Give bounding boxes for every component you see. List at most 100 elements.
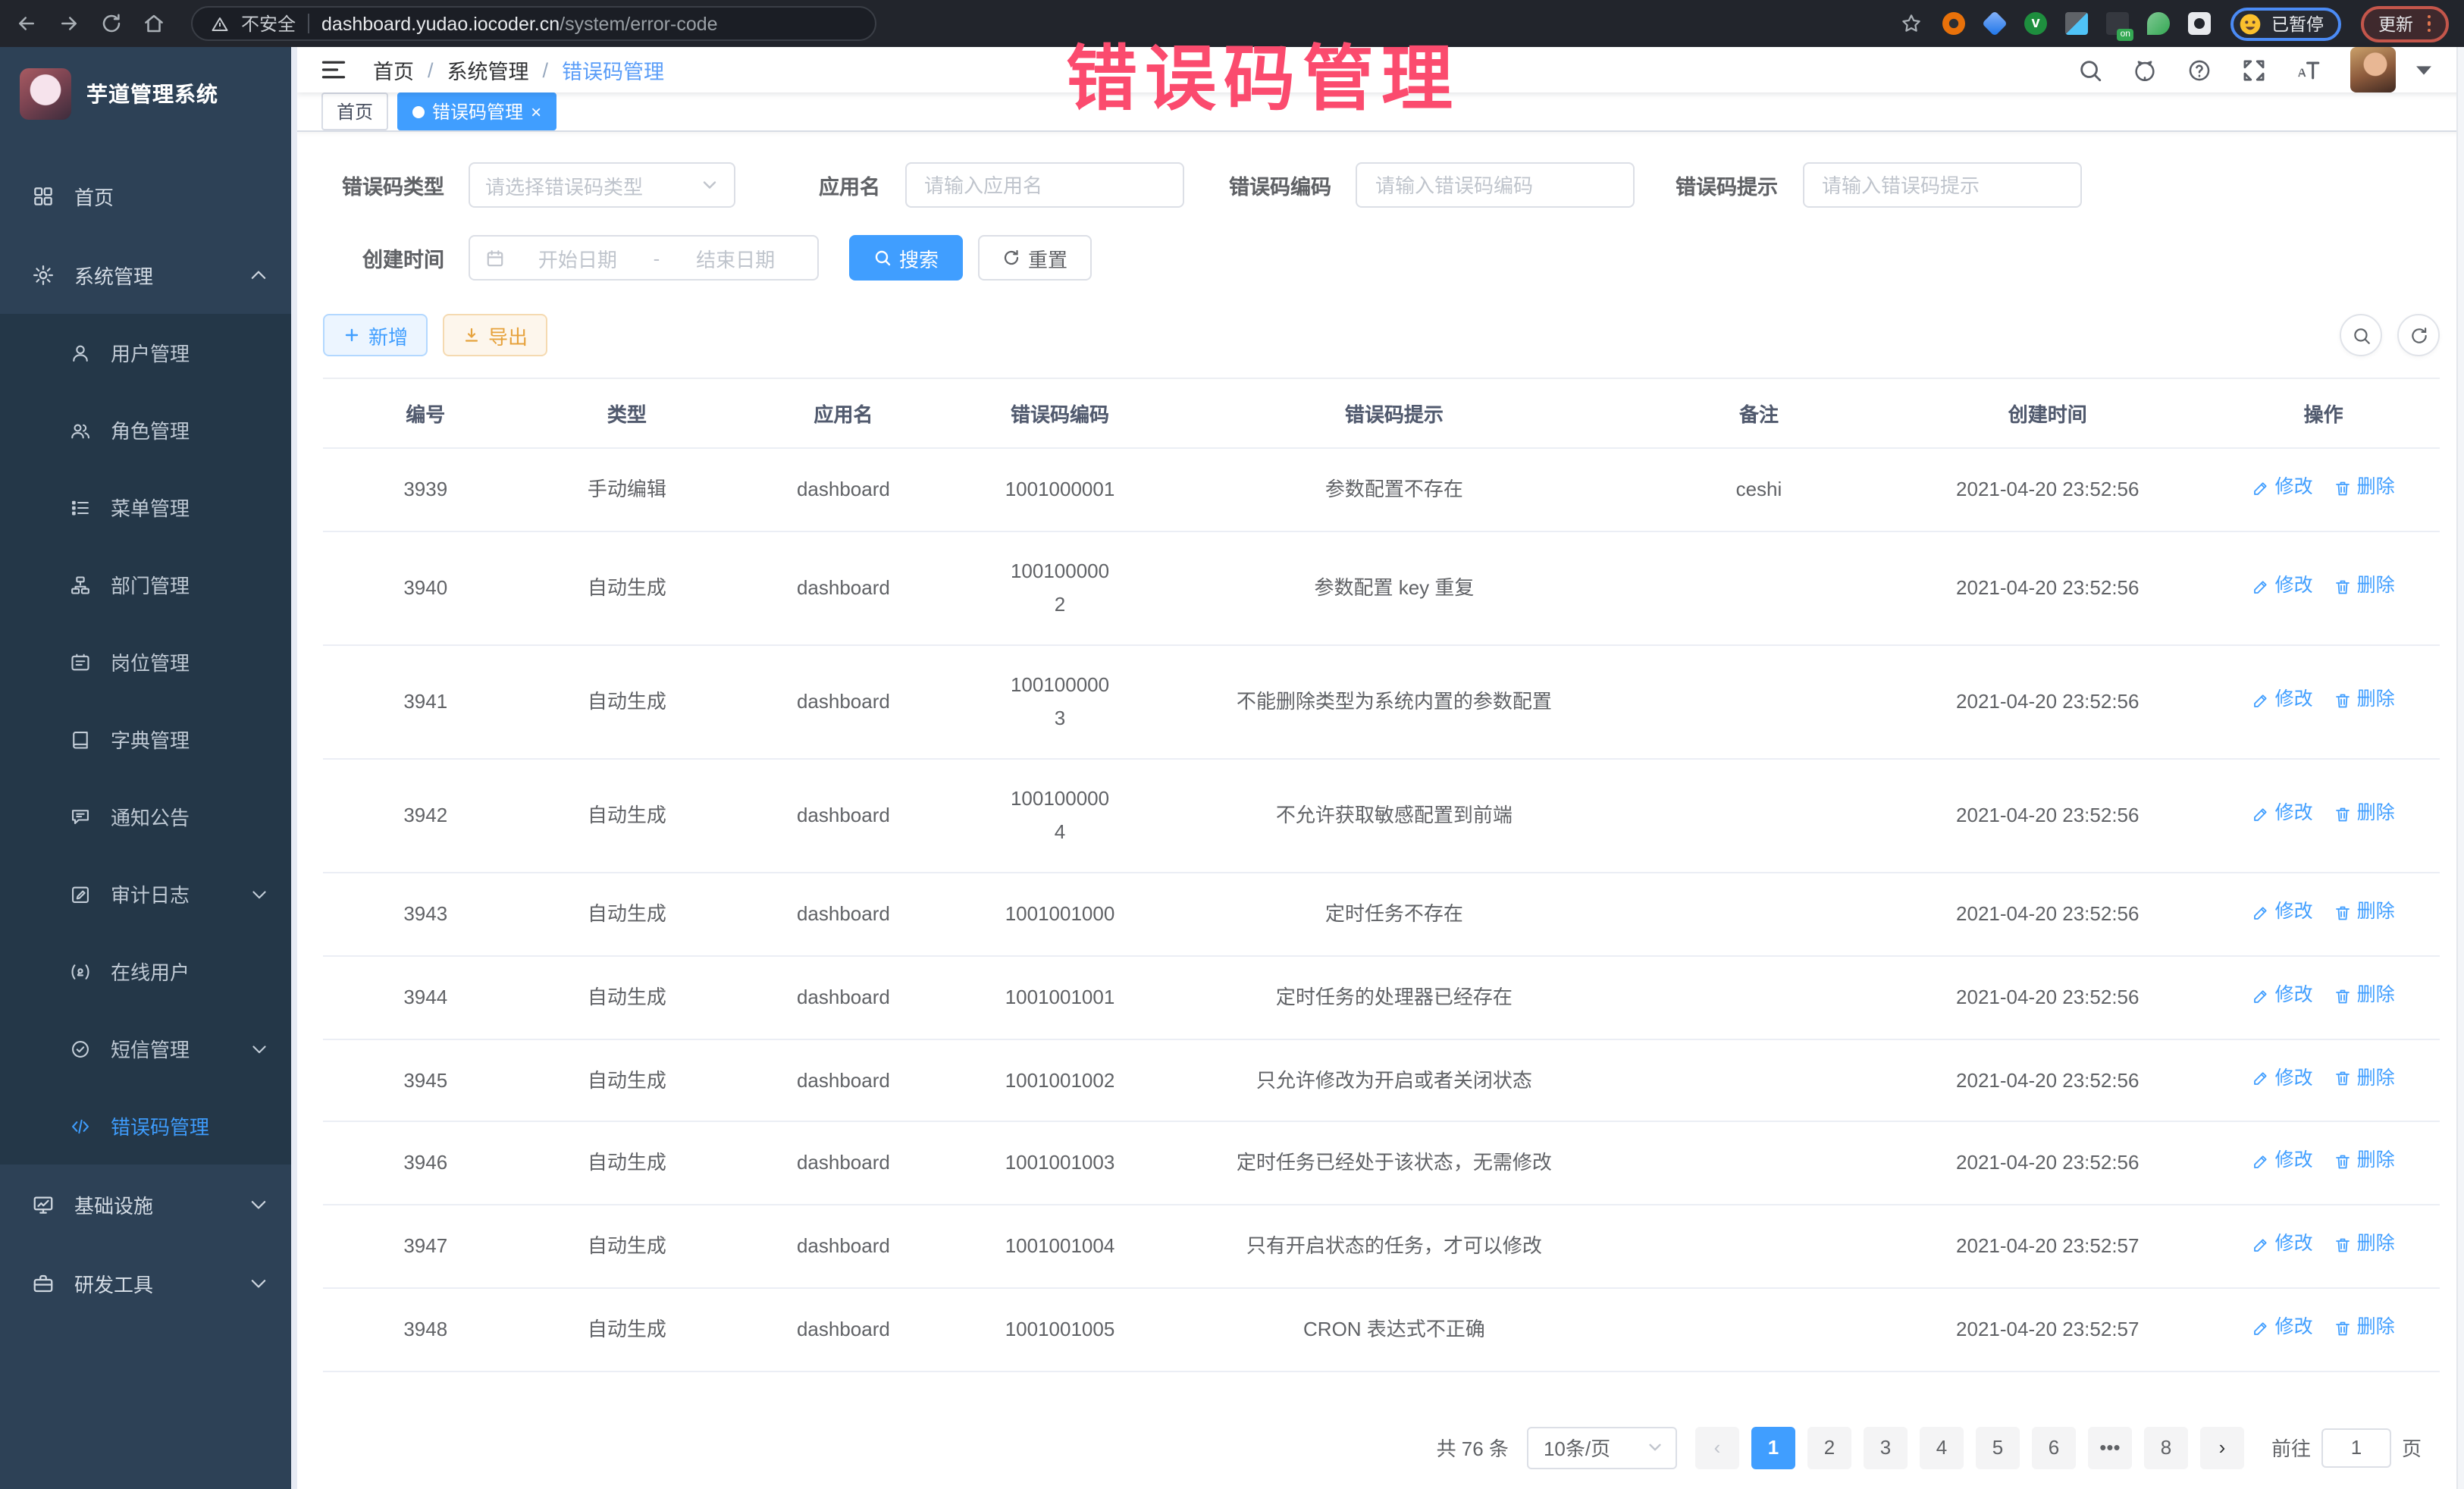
delete-link[interactable]: 删除 <box>2334 1062 2395 1095</box>
edit-link[interactable]: 修改 <box>2252 980 2313 1012</box>
sidebar-item-首页[interactable]: 首页 <box>0 156 297 235</box>
sidebar-item-用户管理[interactable]: 用户管理 <box>0 314 297 391</box>
back-icon[interactable] <box>15 12 38 35</box>
fullscreen-icon[interactable] <box>2241 57 2267 83</box>
tag-错误码管理[interactable]: 错误码管理× <box>397 92 556 130</box>
sidebar-toggle-icon[interactable] <box>320 56 347 83</box>
sidebar-item-岗位管理[interactable]: 岗位管理 <box>0 623 297 701</box>
edit-link[interactable]: 修改 <box>2252 1228 2313 1261</box>
cell-app: dashboard <box>726 1288 961 1371</box>
date-range-picker[interactable]: 开始日期 - 结束日期 <box>469 235 819 281</box>
sidebar-item-label: 首页 <box>74 181 114 210</box>
next-page-button[interactable]: › <box>2200 1426 2244 1469</box>
extension-onoff-icon[interactable] <box>2106 12 2129 35</box>
page-button-8[interactable]: 8 <box>2144 1426 2188 1469</box>
add-button[interactable]: 新增 <box>323 314 428 356</box>
delete-link[interactable]: 删除 <box>2334 798 2395 831</box>
delete-link[interactable]: 删除 <box>2334 472 2395 504</box>
page-button-2[interactable]: 2 <box>1807 1426 1851 1469</box>
edit-link[interactable]: 修改 <box>2252 897 2313 929</box>
extension-leaf-icon[interactable] <box>2147 12 2170 35</box>
sidebar-item-字典管理[interactable]: 字典管理 <box>0 701 297 778</box>
sidebar-item-通知公告[interactable]: 通知公告 <box>0 778 297 855</box>
sidebar-logo-row[interactable]: 芋道管理系统 <box>0 47 297 120</box>
error-code-input[interactable] <box>1356 162 1635 208</box>
home-icon[interactable] <box>143 12 165 35</box>
sidebar-item-研发工具[interactable]: 研发工具 <box>0 1243 297 1322</box>
page-ellipsis[interactable]: ••• <box>2088 1426 2132 1469</box>
search-icon[interactable] <box>2077 57 2103 83</box>
tag-close-icon[interactable]: × <box>531 102 541 121</box>
delete-link[interactable]: 删除 <box>2334 1146 2395 1178</box>
trash-icon <box>2334 904 2353 922</box>
sidebar-item-审计日志[interactable]: 审计日志 <box>0 855 297 933</box>
page-button-3[interactable]: 3 <box>1864 1426 1908 1469</box>
breadcrumb-item[interactable]: 系统管理 <box>447 55 529 85</box>
edit-link[interactable]: 修改 <box>2252 1312 2313 1344</box>
help-question-icon[interactable] <box>2187 57 2212 83</box>
extension-gem-icon[interactable] <box>1982 11 2008 36</box>
prev-page-button[interactable]: ‹ <box>1695 1426 1739 1469</box>
search-button[interactable]: 搜索 <box>849 235 963 281</box>
extension-grid-icon[interactable] <box>2065 12 2088 35</box>
sidebar-item-角色管理[interactable]: 角色管理 <box>0 391 297 469</box>
reload-icon[interactable] <box>100 12 123 35</box>
extensions-puzzle-icon[interactable] <box>2188 12 2211 35</box>
extension-orange-icon[interactable] <box>1942 12 1965 35</box>
bookmark-star-icon[interactable] <box>1900 12 1923 35</box>
url-path[interactable]: /system/error-code <box>560 13 717 34</box>
export-button[interactable]: 导出 <box>443 314 547 356</box>
toggle-search-button[interactable] <box>2340 314 2382 356</box>
delete-link-label: 删除 <box>2357 472 2395 504</box>
sidebar-item-label: 错误码管理 <box>111 1111 209 1140</box>
tag-首页[interactable]: 首页 <box>321 92 388 130</box>
font-size-icon[interactable] <box>2296 57 2321 83</box>
page-button-4[interactable]: 4 <box>1920 1426 1964 1469</box>
edit-link[interactable]: 修改 <box>2252 798 2313 831</box>
avatar-caret-down-icon[interactable] <box>2411 57 2437 83</box>
reset-button[interactable]: 重置 <box>978 235 1092 281</box>
edit-link[interactable]: 修改 <box>2252 570 2313 603</box>
edit-link[interactable]: 修改 <box>2252 1146 2313 1178</box>
sidebar-item-系统管理[interactable]: 系统管理 <box>0 235 297 314</box>
refresh-table-button[interactable] <box>2397 314 2440 356</box>
security-label[interactable]: 不安全 <box>241 11 296 36</box>
not-secure-warning-icon[interactable] <box>211 14 229 33</box>
page-scrollbar[interactable] <box>2456 47 2464 1489</box>
sidebar-item-部门管理[interactable]: 部门管理 <box>0 546 297 623</box>
sidebar-item-短信管理[interactable]: 短信管理 <box>0 1010 297 1087</box>
browser-menu-icon[interactable] <box>2427 15 2431 33</box>
delete-link[interactable]: 删除 <box>2334 1312 2395 1344</box>
sidebar-item-错误码管理[interactable]: 错误码管理 <box>0 1087 297 1165</box>
delete-link[interactable]: 删除 <box>2334 1228 2395 1261</box>
goto-page-input[interactable] <box>2321 1428 2391 1467</box>
edit-link[interactable]: 修改 <box>2252 1062 2313 1095</box>
error-msg-input[interactable] <box>1802 162 2081 208</box>
address-bar[interactable]: 不安全 dashboard.yudao.iocoder.cn/system/er… <box>191 6 876 41</box>
delete-link[interactable]: 删除 <box>2334 980 2395 1012</box>
app-name-input[interactable] <box>904 162 1183 208</box>
page-size-select[interactable]: 10条/页 <box>1527 1426 1677 1469</box>
sidebar-scrollbar[interactable] <box>291 47 297 1489</box>
edit-link[interactable]: 修改 <box>2252 684 2313 716</box>
browser-profile-chip[interactable]: 已暂停 <box>2230 7 2340 40</box>
browser-update-button[interactable]: 更新 <box>2360 5 2449 42</box>
url-host[interactable]: dashboard.yudao.iocoder.cn <box>321 13 560 34</box>
cell-msg: 定时任务不存在 <box>1158 873 1629 956</box>
edit-link[interactable]: 修改 <box>2252 472 2313 504</box>
delete-link[interactable]: 删除 <box>2334 570 2395 603</box>
delete-link[interactable]: 删除 <box>2334 684 2395 716</box>
sidebar-item-在线用户[interactable]: 在线用户 <box>0 933 297 1010</box>
page-button-5[interactable]: 5 <box>1976 1426 2020 1469</box>
delete-link[interactable]: 删除 <box>2334 897 2395 929</box>
error-type-select[interactable]: 请选择错误码类型 <box>469 162 735 208</box>
forward-icon[interactable] <box>58 12 80 35</box>
github-icon[interactable] <box>2132 57 2158 83</box>
extension-green-check-icon[interactable]: v <box>2024 12 2047 35</box>
breadcrumb-item[interactable]: 首页 <box>373 55 414 85</box>
sidebar-item-菜单管理[interactable]: 菜单管理 <box>0 469 297 546</box>
page-button-1[interactable]: 1 <box>1751 1426 1795 1469</box>
page-button-6[interactable]: 6 <box>2032 1426 2076 1469</box>
user-avatar[interactable] <box>2350 47 2396 92</box>
sidebar-item-基础设施[interactable]: 基础设施 <box>0 1165 297 1243</box>
